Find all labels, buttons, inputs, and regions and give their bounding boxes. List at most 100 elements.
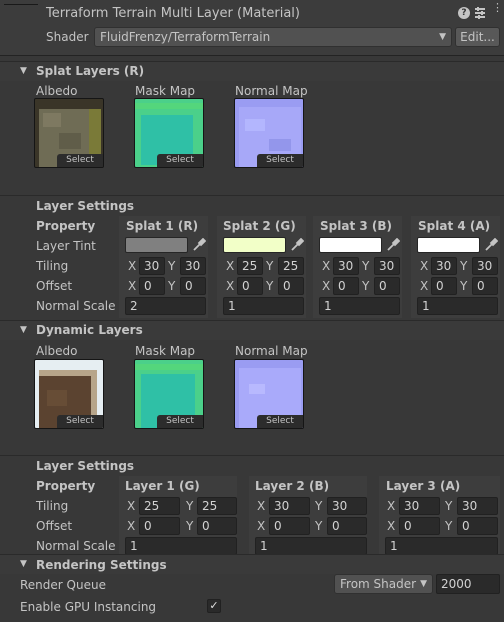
tiling-y-field[interactable]: 30 [374, 257, 400, 275]
normal-scale-field[interactable]: 1 [255, 537, 367, 555]
shader-dropdown-value: FluidFrenzy/TerraformTerrain [100, 30, 271, 44]
tiling-x-field[interactable]: 30 [333, 257, 359, 275]
offset-x-field[interactable]: 0 [237, 277, 263, 295]
axis-x-label: X [128, 279, 137, 293]
offset-y-field[interactable]: 0 [197, 517, 237, 535]
render-queue-value-field[interactable]: 2000 [436, 574, 500, 594]
axis-y-label: Y [445, 519, 453, 533]
axis-y-label: Y [315, 519, 323, 533]
offset-y-field[interactable]: 0 [472, 277, 498, 295]
offset-x-field[interactable]: 0 [139, 517, 180, 535]
edit-shader-button[interactable]: Edit... [455, 27, 500, 47]
axis-x-label: X [387, 519, 396, 533]
more-options-icon[interactable]: ⋮ [492, 2, 503, 20]
splat-albedo-texture[interactable]: Select [34, 98, 104, 168]
axis-y-label: Y [266, 259, 274, 273]
axis-x-label: X [257, 499, 266, 513]
tiling-x-field[interactable]: 25 [139, 497, 180, 515]
dynamic-albedo-select[interactable]: Select [57, 415, 103, 428]
render-queue-dropdown[interactable]: From Shader ▼ [334, 574, 433, 594]
splat-mask-texture[interactable]: Select [134, 98, 204, 168]
normal-scale-field[interactable]: 2 [125, 297, 206, 315]
offset-y-field[interactable]: 0 [278, 277, 304, 295]
dynamic-section-title: Dynamic Layers [36, 323, 143, 337]
tiling-x-field[interactable]: 30 [139, 257, 165, 275]
axis-y-label: Y [315, 499, 323, 513]
dynamic-mask-label: Mask Map [135, 344, 196, 358]
preset-icon[interactable] [474, 6, 486, 19]
splat-mask-select[interactable]: Select [157, 154, 203, 167]
offset-x-field[interactable]: 0 [399, 517, 440, 535]
axis-y-label: Y [168, 279, 176, 293]
normal-scale-field[interactable]: 1 [417, 297, 498, 315]
offset-x-field[interactable]: 0 [269, 517, 310, 535]
axis-y-label: Y [460, 279, 468, 293]
render-queue-label: Render Queue [20, 578, 106, 592]
eyedropper-icon[interactable] [290, 238, 304, 252]
shader-label: Shader [46, 30, 89, 44]
splat-column-header: Splat 2 (G) [223, 219, 296, 233]
normal-scale-field[interactable]: 1 [125, 537, 237, 555]
dynamic-albedo-label: Albedo [36, 344, 78, 358]
tiling-x-field[interactable]: 25 [237, 257, 263, 275]
tiling-x-field[interactable]: 30 [431, 257, 457, 275]
normal-scale-field[interactable]: 1 [223, 297, 304, 315]
dynamic-albedo-texture[interactable]: Select [34, 359, 104, 429]
fold-arrow-icon[interactable]: ▼ [20, 559, 27, 569]
normal-scale-field[interactable]: 1 [385, 537, 498, 555]
dynamic-normal-select[interactable]: Select [257, 415, 303, 428]
tiling-y-field[interactable]: 25 [278, 257, 304, 275]
tiling-x-field[interactable]: 30 [269, 497, 310, 515]
splat-normal-select[interactable]: Select [257, 154, 303, 167]
axis-x-label: X [127, 499, 136, 513]
fold-arrow-icon[interactable]: ▼ [20, 325, 27, 335]
offset-y-field[interactable]: 0 [327, 517, 367, 535]
tiling-y-field[interactable]: 25 [197, 497, 237, 515]
tiling-x-field[interactable]: 30 [399, 497, 440, 515]
tint-color-swatch[interactable] [319, 237, 382, 253]
splat-normal-texture[interactable]: Select [234, 98, 304, 168]
offset-y-field[interactable]: 0 [374, 277, 400, 295]
tint-color-swatch[interactable] [417, 237, 480, 253]
dynamic-mask-texture[interactable]: Select [134, 359, 204, 429]
splat-layer-settings-title: Layer Settings [36, 199, 135, 213]
help-icon[interactable]: ? [458, 7, 470, 19]
dynamic-normal-texture[interactable]: Select [234, 359, 304, 429]
axis-x-label: X [226, 259, 235, 273]
splat-albedo-label: Albedo [36, 84, 78, 98]
offset-x-field[interactable]: 0 [333, 277, 359, 295]
splat-column-header: Splat 1 (R) [126, 219, 199, 233]
splat-albedo-select[interactable]: Select [57, 154, 103, 167]
dynamic-offset-label: Offset [36, 519, 73, 533]
splat-column-header: Splat 3 (B) [320, 219, 392, 233]
splat-column-header: Splat 4 (A) [418, 219, 491, 233]
axis-x-label: X [128, 259, 137, 273]
dynamic-mask-select[interactable]: Select [157, 415, 203, 428]
axis-y-label: Y [186, 519, 194, 533]
gpu-instancing-label: Enable GPU Instancing [20, 600, 157, 614]
axis-y-label: Y [168, 259, 176, 273]
offset-x-field[interactable]: 0 [139, 277, 165, 295]
shader-dropdown[interactable]: FluidFrenzy/TerraformTerrain ▼ [94, 27, 452, 47]
tiling-y-field[interactable]: 30 [180, 257, 206, 275]
offset-x-field[interactable]: 0 [431, 277, 457, 295]
tiling-y-field[interactable]: 30 [457, 497, 498, 515]
tint-color-swatch[interactable] [125, 237, 188, 253]
tint-color-swatch[interactable] [223, 237, 286, 253]
offset-y-field[interactable]: 0 [180, 277, 206, 295]
normal-scale-field[interactable]: 1 [319, 297, 400, 315]
render-queue-mode: From Shader [340, 577, 417, 591]
eyedropper-icon[interactable] [386, 238, 400, 252]
eyedropper-icon[interactable] [192, 238, 206, 252]
splat-normal-label: Normal Map [235, 84, 308, 98]
eyedropper-icon[interactable] [484, 238, 498, 252]
dynamic-column-header: Layer 1 (G) [125, 479, 200, 493]
material-preview-thumbnail [4, 4, 38, 52]
tiling-y-field[interactable]: 30 [327, 497, 367, 515]
offset-y-field[interactable]: 0 [457, 517, 498, 535]
tiling-y-field[interactable]: 30 [472, 257, 498, 275]
fold-arrow-icon[interactable]: ▼ [20, 66, 27, 76]
divider [0, 195, 504, 196]
splat-mask-label: Mask Map [135, 84, 196, 98]
gpu-instancing-checkbox[interactable]: ✓ [207, 599, 221, 613]
